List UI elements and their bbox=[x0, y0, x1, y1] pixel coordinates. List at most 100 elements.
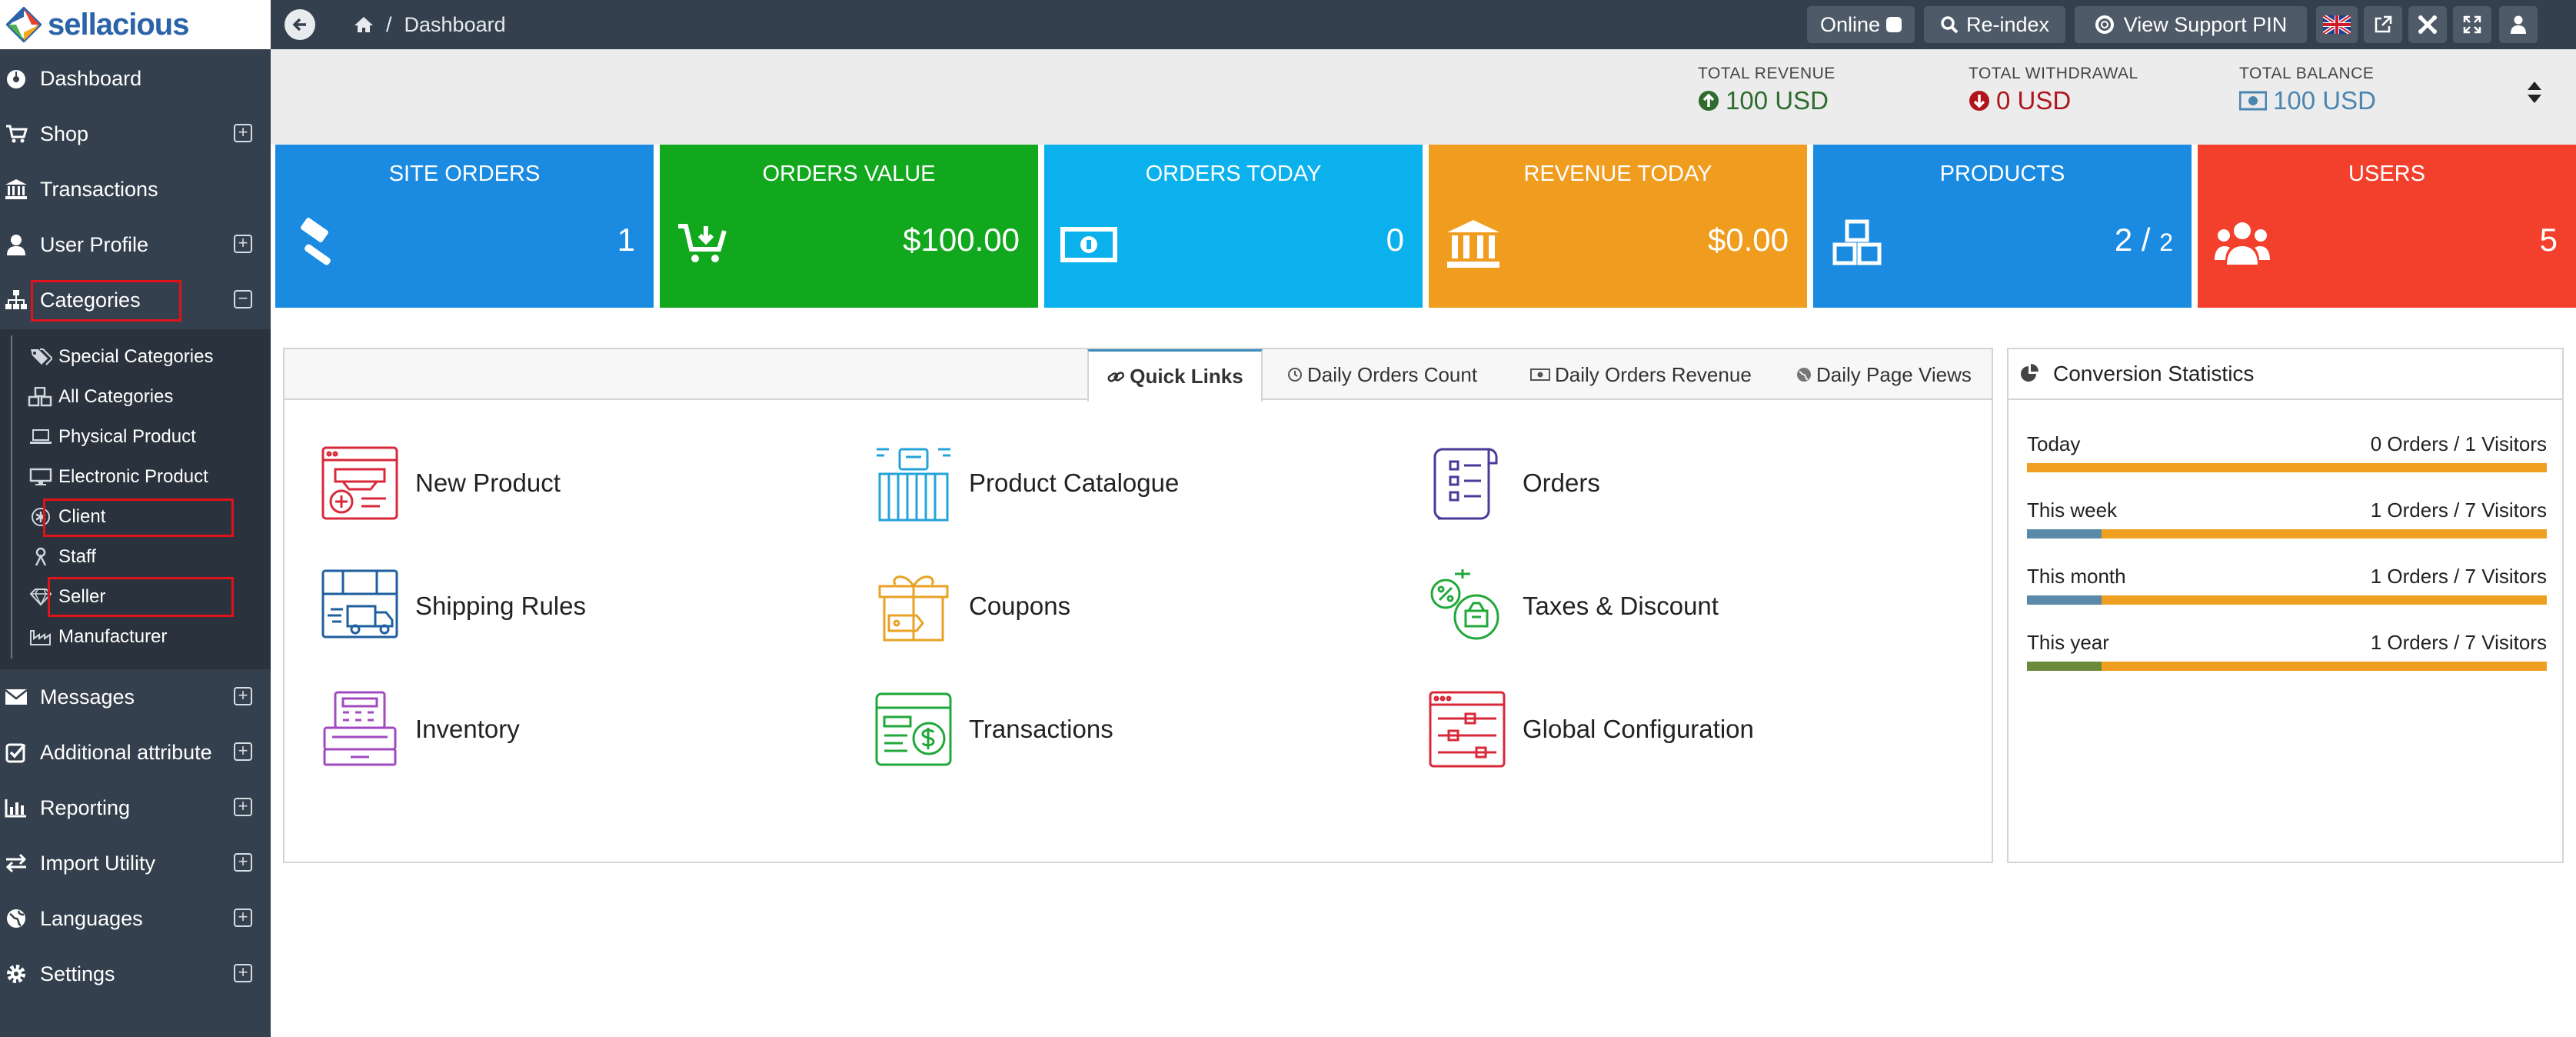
submenu-item-all-categories[interactable]: All Categories bbox=[0, 377, 271, 417]
quick-links-panel: Quick Links Daily Orders Count Daily Ord… bbox=[283, 348, 1993, 863]
external-link-button[interactable] bbox=[2364, 6, 2402, 43]
arrow-left-icon bbox=[292, 18, 306, 32]
total-revenue-value-row: 100 USD bbox=[1698, 86, 1835, 115]
language-flag-button[interactable] bbox=[2316, 6, 2358, 43]
submenu-item-manufacturer[interactable]: Manufacturer bbox=[0, 617, 271, 657]
sidebar-item-reporting[interactable]: Reporting + bbox=[0, 780, 271, 835]
online-toggle[interactable]: Online bbox=[1807, 6, 1915, 43]
quick-link-taxes-discount[interactable]: Taxes & Discount bbox=[1427, 566, 1719, 646]
globe-icon bbox=[1797, 368, 1811, 382]
sidebar-item-dashboard[interactable]: Dashboard bbox=[0, 51, 271, 106]
tab-daily-page-views[interactable]: Daily Page Views bbox=[1796, 349, 1972, 400]
total-withdrawal-value-row: 0 USD bbox=[1969, 86, 2138, 115]
sidebar-item-languages[interactable]: Languages + bbox=[0, 891, 271, 946]
stat-orders-today[interactable]: ORDERS TODAY 0 bbox=[1044, 145, 1423, 308]
taxes-discount-icon bbox=[1430, 569, 1499, 640]
logo[interactable]: sellacious bbox=[0, 0, 271, 49]
arrow-circle-down-icon bbox=[1969, 91, 1989, 111]
stat-products[interactable]: PRODUCTS 2 / 2 bbox=[1813, 145, 2192, 308]
bank-icon bbox=[1447, 220, 1499, 268]
home-icon[interactable] bbox=[354, 15, 374, 34]
clock-icon bbox=[1288, 368, 1302, 382]
tab-daily-orders-revenue[interactable]: Daily Orders Revenue bbox=[1530, 349, 1752, 400]
external-link-icon bbox=[2375, 15, 2392, 33]
expand-icon[interactable]: + bbox=[234, 853, 252, 872]
sidebar-item-user-profile[interactable]: User Profile + bbox=[0, 217, 271, 272]
submenu-item-label: Special Categories bbox=[58, 346, 214, 367]
expand-icon[interactable]: + bbox=[234, 687, 252, 705]
user-icon bbox=[5, 234, 28, 255]
submenu-item-staff[interactable]: Staff bbox=[0, 537, 271, 577]
quick-link-product-catalogue[interactable]: Product Catalogue bbox=[874, 443, 1179, 523]
conversion-text: 1 Orders / 7 Visitors bbox=[2370, 631, 2547, 654]
reindex-button[interactable]: Re-index bbox=[1924, 6, 2065, 43]
joomla-button[interactable] bbox=[2408, 6, 2447, 43]
checkbox-icon bbox=[5, 742, 28, 763]
search-icon bbox=[1941, 16, 1959, 34]
quick-link-transactions[interactable]: Transactions bbox=[874, 689, 1113, 769]
collapse-icon[interactable]: − bbox=[234, 290, 252, 308]
uk-flag-icon bbox=[2323, 15, 2351, 34]
fullscreen-button[interactable] bbox=[2453, 6, 2491, 43]
user-menu-button[interactable] bbox=[2499, 6, 2538, 43]
quick-link-global-configuration[interactable]: Global Configuration bbox=[1427, 689, 1754, 769]
quick-link-coupons[interactable]: Coupons bbox=[874, 566, 1070, 646]
user-icon bbox=[2511, 15, 2526, 34]
stat-value: $0.00 bbox=[1707, 222, 1789, 258]
breadcrumb-separator: / bbox=[386, 12, 392, 36]
stat-users[interactable]: USERS 5 bbox=[2198, 145, 2576, 308]
sidebar-item-settings[interactable]: Settings + bbox=[0, 946, 271, 1002]
sort-toggle-button[interactable] bbox=[2519, 77, 2550, 108]
total-withdrawal-label: TOTAL WITHDRAWAL bbox=[1969, 65, 2138, 82]
sidebar-item-label: Messages bbox=[40, 685, 135, 709]
quick-link-label: Transactions bbox=[969, 715, 1113, 743]
total-balance: TOTAL BALANCE 100 USD bbox=[2239, 65, 2376, 115]
expand-icon[interactable]: + bbox=[234, 742, 252, 761]
conversion-period: This week bbox=[2027, 498, 2118, 522]
sidebar: sellacious Dashboard Shop + Transactions… bbox=[0, 0, 271, 1037]
stat-value: 0 bbox=[1386, 222, 1404, 258]
pie-chart-icon bbox=[2021, 364, 2039, 382]
back-button[interactable] bbox=[285, 9, 315, 40]
support-label: View Support PIN bbox=[2123, 12, 2288, 36]
view-support-pin-button[interactable]: View Support PIN bbox=[2075, 6, 2307, 43]
expand-icon[interactable]: + bbox=[234, 798, 252, 816]
submenu-item-special-categories[interactable]: Special Categories bbox=[0, 337, 271, 377]
submenu-item-label: Physical Product bbox=[58, 426, 196, 447]
sidebar-item-transactions[interactable]: Transactions bbox=[0, 162, 271, 217]
expand-icon[interactable]: + bbox=[234, 964, 252, 982]
submenu-item-physical-product[interactable]: Physical Product bbox=[0, 417, 271, 457]
sidebar-item-messages[interactable]: Messages + bbox=[0, 669, 271, 725]
quick-link-label: Coupons bbox=[969, 592, 1071, 620]
conversion-progress-bar bbox=[2027, 529, 2547, 539]
stat-orders-value[interactable]: ORDERS VALUE $100.00 bbox=[660, 145, 1038, 308]
tab-daily-orders-count[interactable]: Daily Orders Count bbox=[1287, 349, 1477, 400]
expand-icon[interactable]: + bbox=[234, 235, 252, 253]
expand-icon[interactable]: + bbox=[234, 909, 252, 927]
quick-link-new-product[interactable]: New Product bbox=[320, 443, 561, 523]
stat-site-orders[interactable]: SITE ORDERS 1 bbox=[275, 145, 654, 308]
sidebar-item-import-utility[interactable]: Import Utility + bbox=[0, 835, 271, 891]
expand-icon[interactable]: + bbox=[234, 124, 252, 142]
sidebar-item-label: Reporting bbox=[40, 795, 131, 819]
cart-icon bbox=[5, 123, 28, 145]
sidebar-item-additional-attribute[interactable]: Additional attribute + bbox=[0, 725, 271, 780]
quick-link-orders[interactable]: Orders bbox=[1427, 443, 1600, 523]
dashboard-icon bbox=[5, 68, 28, 89]
globe-icon bbox=[5, 908, 28, 929]
quick-links-tabs: Quick Links Daily Orders Count Daily Ord… bbox=[285, 349, 1992, 402]
stat-title: ORDERS VALUE bbox=[762, 162, 936, 186]
submenu-item-electronic-product[interactable]: Electronic Product bbox=[0, 457, 271, 497]
tab-quick-links[interactable]: Quick Links bbox=[1087, 349, 1263, 402]
quick-link-label: Orders bbox=[1523, 468, 1600, 497]
stat-revenue-today[interactable]: REVENUE TODAY $0.00 bbox=[1429, 145, 1807, 308]
submenu-item-label: Staff bbox=[58, 546, 96, 567]
female-icon bbox=[28, 547, 54, 567]
joomla-icon bbox=[2418, 15, 2437, 34]
quick-link-inventory[interactable]: Inventory bbox=[320, 689, 520, 769]
cubes-icon bbox=[28, 387, 54, 407]
submenu-item-label: Manufacturer bbox=[58, 626, 168, 647]
quick-link-shipping-rules[interactable]: Shipping Rules bbox=[320, 566, 586, 646]
sidebar-item-shop[interactable]: Shop + bbox=[0, 106, 271, 162]
total-revenue: TOTAL REVENUE 100 USD bbox=[1698, 65, 1835, 115]
